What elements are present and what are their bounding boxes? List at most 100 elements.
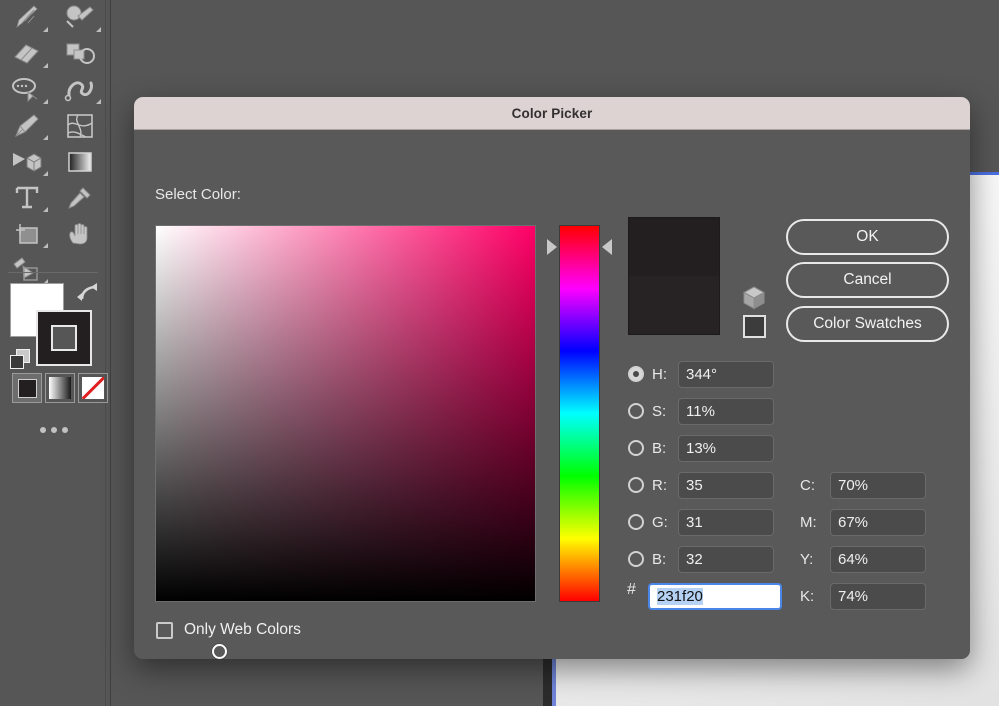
input-red[interactable] bbox=[678, 471, 774, 499]
radio-green[interactable] bbox=[628, 514, 644, 530]
select-color-label: Select Color: bbox=[155, 186, 241, 203]
color-picker-dialog: Color Picker Select Color: OK Cancel Col… bbox=[134, 97, 970, 659]
input-yellow[interactable] bbox=[830, 545, 926, 573]
label-cyan: C: bbox=[800, 476, 815, 494]
dialog-body: Select Color: OK Cancel Color Swatches H… bbox=[134, 130, 970, 659]
cancel-button[interactable]: Cancel bbox=[786, 262, 949, 298]
default-front-square bbox=[10, 355, 24, 369]
pencil-icon bbox=[15, 5, 38, 29]
toolbar-section-divider bbox=[8, 272, 98, 273]
hex-input[interactable] bbox=[648, 582, 782, 610]
eyedropper-tool[interactable] bbox=[53, 180, 106, 216]
dialog-titlebar[interactable]: Color Picker bbox=[134, 97, 970, 130]
field-row-saturation: S: bbox=[628, 397, 774, 425]
fill-mode-gradient[interactable] bbox=[45, 373, 75, 403]
radio-blue[interactable] bbox=[628, 551, 644, 567]
tool-flyout-corner bbox=[96, 99, 101, 104]
edit-toolbar-button[interactable] bbox=[40, 427, 68, 433]
radio-saturation[interactable] bbox=[628, 403, 644, 419]
paintbrush-icon bbox=[65, 5, 94, 28]
ok-button[interactable]: OK bbox=[786, 219, 949, 255]
field-row-hex bbox=[648, 582, 782, 610]
input-brightness[interactable] bbox=[678, 434, 774, 462]
pen-tool[interactable] bbox=[0, 108, 53, 144]
blob-brush-tool[interactable] bbox=[53, 72, 106, 108]
input-magenta[interactable] bbox=[830, 508, 926, 536]
lasso-tool[interactable] bbox=[0, 72, 53, 108]
solid-color-icon bbox=[17, 378, 37, 398]
none-fill-icon bbox=[82, 377, 104, 399]
eraser-icon bbox=[13, 44, 39, 64]
gradient-tool[interactable] bbox=[53, 144, 106, 180]
more-dot bbox=[40, 427, 46, 433]
tool-flyout-corner bbox=[43, 171, 48, 176]
field-row-brightness: B: bbox=[628, 434, 774, 462]
mesh-tool[interactable] bbox=[53, 108, 106, 144]
field-row-yellow: Y: bbox=[800, 545, 926, 573]
label-black: K: bbox=[800, 587, 815, 605]
tools-panel bbox=[0, 0, 111, 706]
dialog-title: Color Picker bbox=[511, 105, 593, 121]
gradient-fill-icon bbox=[49, 377, 71, 399]
hand-tool[interactable] bbox=[53, 216, 106, 252]
field-row-green: G: bbox=[628, 508, 774, 536]
fill-mode-none[interactable] bbox=[78, 373, 108, 403]
type-tool[interactable] bbox=[0, 180, 53, 216]
input-blue[interactable] bbox=[678, 545, 774, 573]
tool-flyout-corner bbox=[96, 27, 101, 32]
hand-icon bbox=[68, 223, 87, 245]
eyedropper-icon bbox=[67, 187, 91, 209]
preview-current-color bbox=[629, 276, 719, 334]
radio-red[interactable] bbox=[628, 477, 644, 493]
web-safe-color-swatch[interactable] bbox=[743, 315, 766, 338]
preview-new-color bbox=[629, 218, 719, 276]
input-black[interactable] bbox=[830, 582, 926, 610]
input-green[interactable] bbox=[678, 508, 774, 536]
color-preview-swatch bbox=[628, 217, 720, 335]
stroke-swatch-inner bbox=[51, 325, 77, 351]
only-web-colors-checkbox[interactable]: Only Web Colors bbox=[156, 621, 301, 639]
only-web-colors-label: Only Web Colors bbox=[184, 621, 301, 638]
input-saturation[interactable] bbox=[678, 397, 774, 425]
label-red: R: bbox=[652, 476, 667, 494]
input-hue[interactable] bbox=[678, 360, 774, 388]
field-row-blue: B: bbox=[628, 545, 774, 573]
field-row-cyan: C: bbox=[800, 471, 926, 499]
tool-flyout-corner bbox=[43, 207, 48, 212]
radio-hue[interactable] bbox=[628, 366, 644, 382]
field-row-hue: H: bbox=[628, 360, 774, 388]
input-cyan[interactable] bbox=[830, 471, 926, 499]
hue-slider-marker-right[interactable] bbox=[602, 239, 612, 255]
perspective-tool[interactable] bbox=[0, 144, 53, 180]
fill-mode-solid-color[interactable] bbox=[12, 373, 42, 403]
tool-flyout-corner bbox=[43, 243, 48, 248]
paintbrush-tool[interactable] bbox=[53, 0, 106, 36]
saturation-brightness-field[interactable] bbox=[155, 225, 536, 659]
tool-flyout-corner bbox=[43, 135, 48, 140]
pen-icon bbox=[14, 114, 39, 137]
type-icon bbox=[15, 186, 38, 209]
color-field-cursor[interactable] bbox=[212, 644, 227, 659]
radio-brightness[interactable] bbox=[628, 440, 644, 456]
out-of-web-gamut-warning[interactable] bbox=[742, 285, 766, 316]
label-green: G: bbox=[652, 513, 668, 531]
gradient-icon bbox=[67, 152, 92, 172]
color-swatches-button[interactable]: Color Swatches bbox=[786, 306, 949, 342]
artboard-tool[interactable] bbox=[0, 216, 53, 252]
mesh-icon bbox=[66, 114, 93, 138]
default-fill-stroke-icon[interactable] bbox=[10, 349, 32, 371]
stroke-color-swatch[interactable] bbox=[36, 310, 92, 366]
eraser-tool[interactable] bbox=[0, 36, 53, 72]
field-row-black: K: bbox=[800, 582, 926, 610]
field-row-magenta: M: bbox=[800, 508, 926, 536]
label-hue: H: bbox=[652, 365, 667, 383]
hue-slider[interactable] bbox=[559, 225, 600, 602]
hex-label: # bbox=[627, 581, 636, 598]
pencil-tool[interactable] bbox=[0, 0, 53, 36]
hue-slider-marker-left[interactable] bbox=[547, 239, 557, 255]
shaper-tool[interactable] bbox=[53, 36, 106, 72]
tool-flyout-corner bbox=[43, 27, 48, 32]
tool-grid bbox=[0, 0, 106, 288]
swap-fill-stroke-icon[interactable] bbox=[76, 281, 100, 305]
checkbox-box bbox=[156, 621, 173, 639]
